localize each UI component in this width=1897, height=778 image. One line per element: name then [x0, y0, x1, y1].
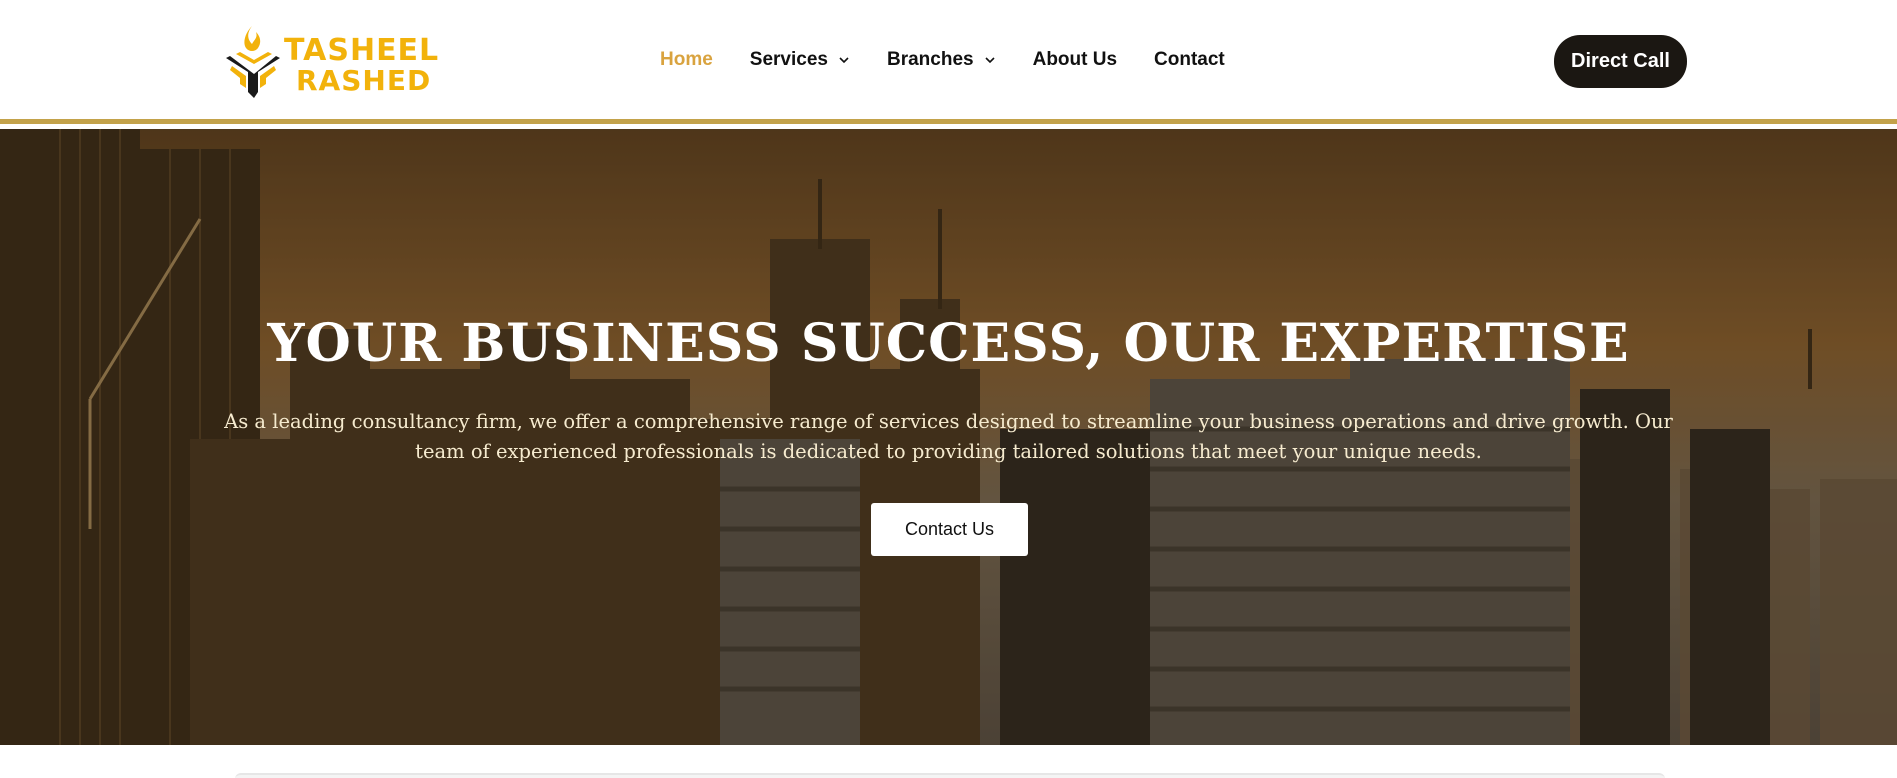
hero-title: YOUR BUSINESS SUCCESS, OUR EXPERTISE [267, 313, 1630, 374]
logo-line-2: RASHED [296, 64, 432, 97]
brand-logo[interactable]: TASHEEL RASHED [222, 22, 442, 100]
content-card-edge [235, 773, 1665, 778]
nav-item-about-us[interactable]: About Us [1033, 49, 1117, 71]
site-header: TASHEEL RASHED Home Services Branches Ab… [0, 0, 1897, 124]
chevron-down-icon [985, 57, 995, 64]
nav-item-label: Branches [886, 49, 974, 70]
direct-call-button[interactable]: Direct Call [1554, 35, 1687, 88]
chevron-down-icon [839, 57, 849, 64]
logo-emblem-icon [226, 26, 280, 98]
nav-item-label: Contact [1154, 49, 1225, 70]
nav-item-branches[interactable]: Branches [887, 49, 996, 71]
logo-line-1: TASHEEL [284, 33, 440, 68]
nav-item-label: Home [660, 49, 713, 70]
nav-item-label: About Us [1032, 49, 1118, 70]
main-nav: Home Services Branches About Us Contact [660, 49, 1262, 71]
next-section [0, 745, 1897, 778]
contact-us-button[interactable]: Contact Us [871, 503, 1028, 556]
nav-item-contact[interactable]: Contact [1154, 49, 1225, 71]
hero-section: YOUR BUSINESS SUCCESS, OUR EXPERTISE As … [0, 129, 1897, 745]
nav-item-home[interactable]: Home [660, 49, 713, 71]
nav-item-label: Services [749, 49, 828, 70]
nav-item-services[interactable]: Services [750, 49, 850, 71]
logo-wordmark: TASHEEL RASHED [284, 36, 439, 96]
hero-description: As a leading consultancy firm, we offer … [224, 410, 1673, 463]
